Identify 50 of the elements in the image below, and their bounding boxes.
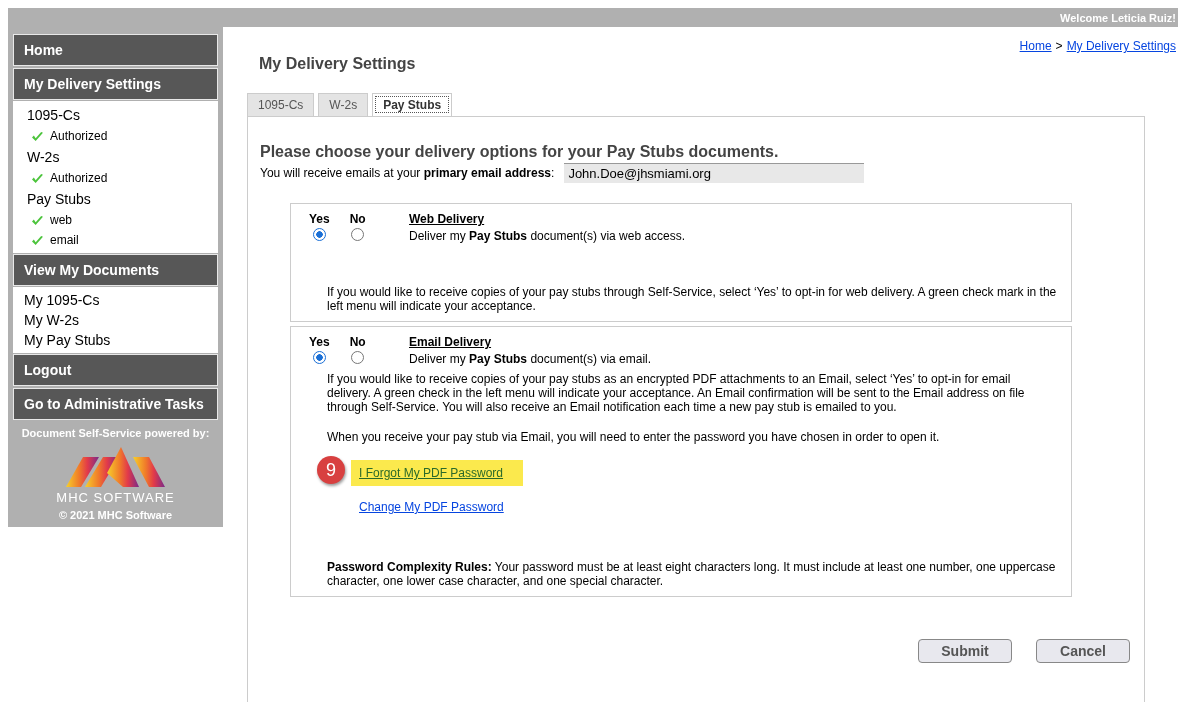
delivery-description: Deliver my Pay Stubs document(s) via web access. <box>409 229 686 243</box>
delivery-description: Deliver my Pay Stubs document(s) via email. <box>409 352 652 366</box>
delivery-title: Web Delivery <box>409 212 486 226</box>
password-link[interactable]: Change My PDF Password <box>351 494 524 520</box>
menu-header[interactable]: Logout <box>13 354 218 386</box>
status-label: web <box>50 213 72 227</box>
radio-button[interactable] <box>351 228 365 241</box>
section-heading: Please choose your delivery options for your Pay Stubs documents. <box>260 143 780 161</box>
breadcrumb-link[interactable]: My Delivery Settings <box>1066 39 1176 53</box>
copyright-text: © 2021 MHC Software <box>58 509 173 521</box>
status-label: Authorized <box>50 171 108 185</box>
menu-link[interactable]: My W-2s <box>16 310 215 330</box>
option-label: No <box>349 212 366 226</box>
menu-header[interactable]: My Delivery Settings <box>13 68 218 100</box>
email-field[interactable]: John.Doe@jhsmiami.org <box>564 163 865 183</box>
menu-header[interactable]: Go to Administrative Tasks <box>13 388 218 420</box>
radio-button[interactable] <box>312 228 326 241</box>
tab[interactable]: 1095-Cs <box>247 93 315 116</box>
form-button[interactable]: Cancel <box>1036 639 1130 663</box>
menu-link[interactable]: My Pay Stubs <box>16 330 215 350</box>
menu-link[interactable]: My 1095-Cs <box>16 290 215 310</box>
info-paragraph: If you would like to receive copies of your pay stubs through Self-Service, select ‘Yes’ to opt-in for web delivery. A green check mark in the left menu will indicate your acceptance. <box>327 285 1057 313</box>
radio-button[interactable] <box>351 351 365 364</box>
logo-text: MHC SOFTWARE <box>56 490 175 505</box>
option-label: Yes <box>309 212 330 226</box>
menu-category: Pay Stubs <box>26 190 92 209</box>
page-title: My Delivery Settings <box>259 55 417 73</box>
menu-header[interactable]: Home <box>13 34 218 66</box>
tab[interactable]: W-2s <box>318 93 369 116</box>
password-link[interactable]: I Forgot My PDF Password <box>351 460 524 486</box>
info-paragraph: When you receive your pay stub via Email, you will need to enter the password you have chosen in order to open it. <box>327 430 941 444</box>
welcome-text: Welcome Leticia Ruiz! <box>1060 11 1176 24</box>
radio-button[interactable] <box>312 351 326 364</box>
tab[interactable]: Pay Stubs <box>372 93 453 116</box>
rules-paragraph: Password Complexity Rules: Your password must be at least eight characters long. It must include at least one number, one uppercase character, one lower case character, and one special character. <box>326 560 1057 588</box>
status-label: Authorized <box>50 129 108 143</box>
form-button[interactable]: Submit <box>918 639 1012 663</box>
menu-category: 1095-Cs <box>26 106 81 125</box>
status-label: email <box>50 233 79 247</box>
powered-by-text: Document Self-Service powered by: <box>21 427 210 439</box>
step-badge: 9 <box>317 456 345 484</box>
breadcrumb-link[interactable]: Home <box>1019 39 1052 53</box>
option-label: No <box>349 335 366 349</box>
menu-header[interactable]: View My Documents <box>13 254 218 286</box>
email-label: You will receive emails at your primary email address: <box>260 166 555 180</box>
delivery-title: Email Delivery <box>409 335 493 349</box>
breadcrumb-separator: > <box>1055 39 1063 53</box>
menu-category: W-2s <box>26 148 61 167</box>
info-paragraph: If you would like to receive copies of your pay stubs as an encrypted PDF attachments to an Email, select ‘Yes’ to opt-in for email delivery. A green check in the left menu will indicate your acceptance. An Email confirmation will be sent to the Email address on file through Self-Service. You will also receive an Email notification each time a new pay stub is emailed to you. <box>327 372 1026 414</box>
option-label: Yes <box>309 335 330 349</box>
